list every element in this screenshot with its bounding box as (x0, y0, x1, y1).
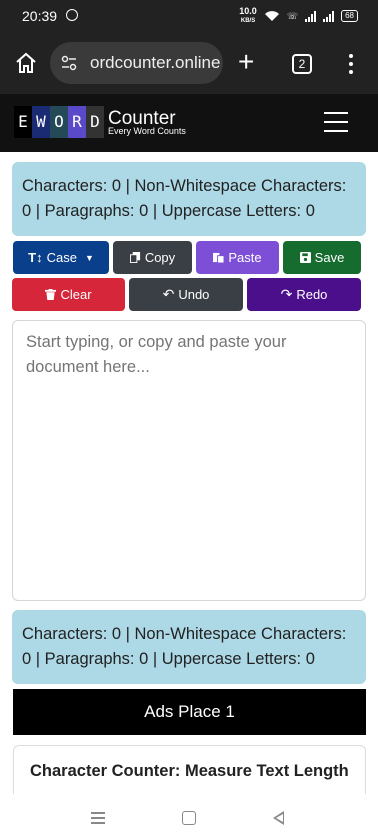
logo-letter: W (32, 106, 50, 138)
hamburger-menu-icon[interactable] (324, 112, 348, 132)
browser-toolbar: ordcounter.online + 2 (0, 32, 378, 94)
logo-letter: R (68, 106, 86, 138)
copy-button[interactable]: Copy (113, 241, 192, 274)
nav-back-icon-inner (275, 813, 283, 822)
status-icons: 10.0 KB/S ☏ 68 (239, 7, 358, 25)
whatsapp-icon (66, 9, 78, 21)
nav-home-icon[interactable] (182, 811, 196, 825)
undo-button-label: Undo (178, 287, 210, 302)
case-button-label: Case (46, 250, 77, 265)
paste-button-label: Paste (228, 250, 262, 265)
redo-button-label: Redo (296, 287, 328, 302)
paste-icon (213, 252, 225, 263)
volte-icon: ☏ (286, 10, 299, 21)
recent-apps-icon[interactable] (91, 812, 105, 824)
signal-icon-1 (305, 10, 317, 22)
caret-down-icon: ▼ (84, 252, 94, 263)
floppy-disk-icon (299, 252, 311, 263)
paste-button[interactable]: Paste (196, 241, 279, 274)
copy-button-label: Copy (144, 250, 176, 265)
section-title: Character Counter: Measure Text Length (30, 762, 349, 780)
logo-letter: O (50, 106, 68, 138)
tab-switcher-button[interactable]: 2 (292, 54, 312, 74)
status-bar: 20:39 10.0 KB/S ☏ 68 (0, 0, 378, 32)
url-text: ordcounter.online (90, 53, 221, 72)
clear-button-label: Clear (60, 287, 92, 302)
more-options-icon[interactable] (348, 52, 354, 74)
new-tab-icon[interactable]: + (238, 48, 254, 76)
redo-button[interactable]: ↷ Redo (247, 278, 361, 311)
logo-letter: E (14, 106, 32, 138)
ads-banner: Ads Place 1 (13, 689, 366, 735)
signal-icon-2 (323, 10, 335, 22)
stats-panel-bottom: Characters: 0 | Non-Whitespace Character… (12, 610, 366, 684)
battery-icon: 68 (341, 10, 358, 22)
net-speed: 10.0 KB/S (239, 6, 257, 25)
trash-icon (45, 289, 57, 300)
undo-button[interactable]: ↶ Undo (129, 278, 243, 311)
site-settings-icon[interactable] (60, 54, 78, 72)
copy-icon (129, 252, 140, 263)
wifi-icon (264, 11, 279, 21)
document-textarea[interactable] (12, 320, 366, 601)
status-time: 20:39 (22, 8, 58, 24)
save-button[interactable]: Save (283, 241, 361, 274)
home-icon[interactable] (14, 51, 38, 75)
logo-letter: D (86, 106, 104, 138)
stats-panel-top: Characters: 0 | Non-Whitespace Character… (12, 162, 366, 236)
save-button-label: Save (314, 250, 345, 265)
redo-icon: ↷ (280, 286, 293, 302)
text-height-icon: T↕ (28, 250, 43, 265)
site-logo[interactable]: E W O R D (14, 106, 104, 138)
clear-button[interactable]: Clear (12, 278, 125, 311)
undo-icon: ↶ (162, 286, 175, 302)
case-dropdown-button[interactable]: T↕ Case ▼ (13, 241, 109, 274)
site-tagline: Every Word Counts (108, 126, 186, 136)
